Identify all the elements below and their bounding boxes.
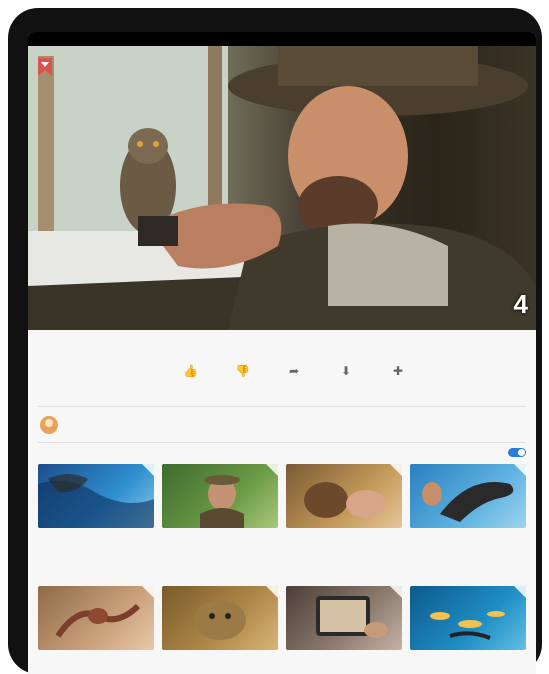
corner-badge <box>266 586 278 598</box>
video-thumbnail[interactable] <box>162 586 278 650</box>
video-thumbnail[interactable] <box>38 464 154 528</box>
video-thumbnail[interactable] <box>286 464 402 528</box>
video-card[interactable] <box>162 464 278 533</box>
corner-badge <box>142 586 154 598</box>
corner-badge <box>390 464 402 476</box>
video-card[interactable] <box>410 586 526 655</box>
video-player[interactable]: 4 <box>28 46 536 330</box>
corner-badge <box>514 586 526 598</box>
divider <box>38 442 526 443</box>
video-thumbnail[interactable] <box>410 464 526 528</box>
download-button[interactable]: ⬇ <box>324 364 368 382</box>
corner-badge <box>266 464 278 476</box>
video-card[interactable] <box>38 464 154 533</box>
video-card[interactable] <box>162 586 278 655</box>
video-thumbnail[interactable] <box>162 464 278 528</box>
video-card[interactable] <box>38 586 154 655</box>
brand-logo <box>36 56 54 78</box>
video-frame-image <box>28 46 536 330</box>
video-card[interactable] <box>286 586 402 655</box>
save-button[interactable]: ✚ <box>376 364 420 382</box>
like-button[interactable]: 👍 <box>168 364 212 382</box>
like-icon: 👍 <box>183 364 198 378</box>
dislike-icon: 👎 <box>235 364 250 378</box>
video-thumbnail[interactable] <box>410 586 526 650</box>
autoplay-toggle[interactable] <box>508 448 526 457</box>
video-actions: 👍 👎 ➦ ⬇ ✚ <box>168 364 428 400</box>
status-bar <box>28 32 536 46</box>
avatar[interactable] <box>40 416 58 434</box>
screen: 4 👍 👎 ➦ ⬇ ✚ <box>28 32 536 674</box>
video-thumbnail[interactable] <box>38 586 154 650</box>
save-icon: ✚ <box>392 364 404 378</box>
corner-badge <box>514 464 526 476</box>
corner-badge <box>390 586 402 598</box>
video-info-panel: 👍 👎 ➦ ⬇ ✚ <box>28 330 536 674</box>
video-card[interactable] <box>286 464 402 533</box>
corner-badge <box>142 464 154 476</box>
video-card[interactable] <box>410 464 526 533</box>
video-thumbnail[interactable] <box>286 586 402 650</box>
ipad-frame: 4 👍 👎 ➦ ⬇ ✚ <box>8 8 542 674</box>
download-icon: ⬇ <box>340 364 352 378</box>
dislike-button[interactable]: 👎 <box>220 364 264 382</box>
share-button[interactable]: ➦ <box>272 364 316 382</box>
share-icon: ➦ <box>288 364 300 378</box>
divider <box>38 406 526 407</box>
channel-badge: 4 <box>513 289 528 319</box>
